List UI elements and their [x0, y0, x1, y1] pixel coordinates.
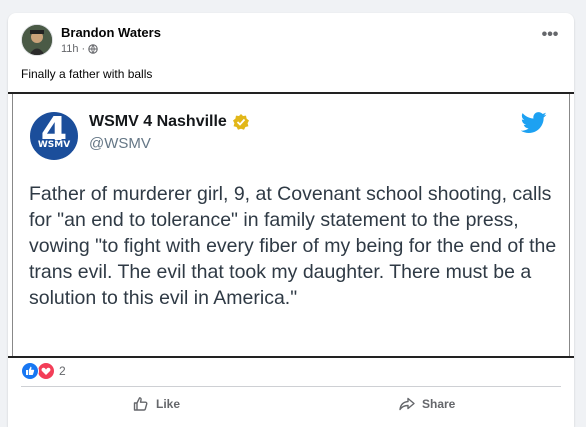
- post-meta: 11h ·: [61, 43, 98, 55]
- tweet-screenshot[interactable]: 4 WSMV WSMV 4 Nashville @WSMV Father of …: [8, 92, 574, 358]
- post-caption: Finally a father with balls: [21, 67, 153, 81]
- post-time[interactable]: 11h: [61, 43, 79, 55]
- like-reaction-icon: [21, 362, 39, 380]
- globe-icon: [88, 44, 98, 54]
- verified-badge-icon: [232, 114, 249, 130]
- thumbs-up-icon: [133, 397, 148, 411]
- reactions-summary[interactable]: 2: [21, 362, 66, 380]
- tweet-account-name: WSMV 4 Nashville: [89, 113, 250, 131]
- more-options-icon[interactable]: •••: [538, 27, 562, 47]
- tweet-text: Father of murderer girl, 9, at Covenant …: [29, 183, 557, 309]
- account-name-text: WSMV 4 Nashville: [89, 113, 227, 130]
- tweet-frame: 4 WSMV WSMV 4 Nashville @WSMV Father of …: [12, 94, 570, 356]
- twitter-bird-icon: [521, 112, 547, 133]
- share-button[interactable]: Share: [398, 393, 455, 415]
- tweet-handle: @WSMV: [89, 135, 151, 152]
- like-label: Like: [156, 397, 181, 411]
- like-button[interactable]: Like: [132, 393, 180, 415]
- share-icon: [399, 397, 415, 411]
- logo-text: WSMV: [30, 140, 78, 151]
- divider: [21, 386, 561, 387]
- share-label: Share: [422, 397, 456, 411]
- love-reaction-icon: [37, 362, 55, 380]
- post-card: Brandon Waters 11h · ••• Finally a fathe…: [8, 13, 574, 427]
- avatar[interactable]: [21, 24, 53, 56]
- author-name[interactable]: Brandon Waters: [61, 25, 161, 40]
- reaction-count[interactable]: 2: [59, 364, 66, 378]
- wsmv-logo-icon: 4 WSMV: [30, 112, 78, 160]
